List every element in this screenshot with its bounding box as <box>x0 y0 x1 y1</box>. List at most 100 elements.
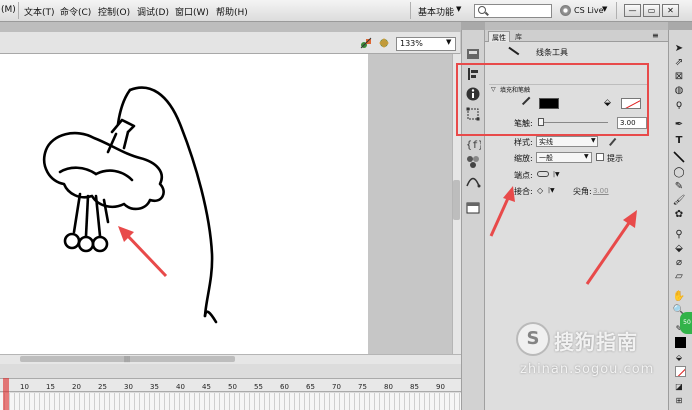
timeline-frames[interactable] <box>0 393 461 410</box>
restore-button[interactable]: ▭ <box>643 4 660 17</box>
stage-canvas[interactable] <box>0 54 368 354</box>
menu-debug[interactable]: 调试(D) <box>137 5 169 18</box>
chevron-down-icon[interactable]: |▼ <box>553 171 560 178</box>
stamen-head <box>91 235 109 253</box>
timeline-tick: 60 <box>280 383 289 391</box>
free-transform-tool-icon[interactable]: ⊠ <box>672 70 686 84</box>
swap-colors-icon[interactable]: ◪ <box>672 380 686 394</box>
hint-label: 提示 <box>607 154 623 163</box>
minimize-button[interactable]: — <box>624 4 641 17</box>
timeline-tick: 15 <box>46 383 55 391</box>
chevron-down-icon[interactable]: ▼ <box>602 5 607 13</box>
hand-tool-icon[interactable]: ✋ <box>672 290 686 304</box>
close-button[interactable]: ✕ <box>662 4 679 17</box>
document-tab-strip <box>0 22 461 32</box>
stamen-head <box>77 235 95 253</box>
toolbox-stroke-color[interactable] <box>675 337 686 348</box>
menu-help[interactable]: 帮助(H) <box>216 5 248 18</box>
chevron-down-icon[interactable]: ▼ <box>446 38 451 46</box>
brush-tool-icon[interactable]: 🖌 <box>672 194 686 208</box>
pen-tool-icon[interactable]: ✒ <box>672 118 686 132</box>
timeline-tick: 65 <box>306 383 315 391</box>
3d-rotation-tool-icon[interactable]: ◍ <box>672 84 686 98</box>
timeline-tick: 35 <box>150 383 159 391</box>
highlight-box-fill-stroke <box>456 63 649 136</box>
text-tool-icon[interactable]: T <box>672 134 686 148</box>
menu-window[interactable]: 窗口(W) <box>175 5 209 18</box>
annotation-arrows <box>489 186 637 285</box>
fill-color-bucket-icon: ⬙ <box>675 353 683 362</box>
cs-live-icon[interactable] <box>560 5 571 16</box>
timeline-tick: 30 <box>124 383 133 391</box>
timeline-tick: 10 <box>20 383 29 391</box>
toolbox-fill-color[interactable] <box>675 366 686 377</box>
deco-tool-icon[interactable]: ✿ <box>672 208 686 222</box>
timeline-tick: 25 <box>98 383 107 391</box>
eyedropper-tool-icon[interactable]: ⌀ <box>672 256 686 270</box>
paint-bucket-tool-icon[interactable]: ⬙ <box>672 242 686 256</box>
cs-live-label[interactable]: CS Live <box>574 6 604 15</box>
stem-end <box>203 310 218 324</box>
menu-text[interactable]: 文本(T) <box>24 5 55 18</box>
lasso-tool-icon[interactable]: ϙ <box>672 98 686 112</box>
motion-presets-icon[interactable] <box>465 174 481 190</box>
components-icon[interactable] <box>465 154 481 170</box>
menu-separator <box>616 2 617 19</box>
timeline-tick: 50 <box>228 383 237 391</box>
timeline-tick: 85 <box>410 383 419 391</box>
menu-separator <box>18 2 19 19</box>
green-badge-icon[interactable]: 50 <box>680 312 692 334</box>
edit-symbols-icon[interactable] <box>360 37 372 49</box>
bud-line <box>116 88 132 126</box>
panel-menu-icon[interactable]: ≡ <box>652 31 659 40</box>
timeline-tick: 70 <box>332 383 341 391</box>
snap-icon[interactable]: ⊞ <box>672 394 686 408</box>
timeline-tick: 20 <box>72 383 81 391</box>
search-icon <box>478 6 486 14</box>
edit-scene-icon[interactable] <box>378 37 390 49</box>
tool-name: 线条工具 <box>536 48 568 57</box>
timeline-tick: 75 <box>358 383 367 391</box>
tab-properties[interactable]: 属性 <box>488 31 510 42</box>
chevron-down-icon[interactable]: ▼ <box>591 137 596 144</box>
edit-bar <box>0 32 460 54</box>
eraser-tool-icon[interactable]: ▱ <box>672 270 686 284</box>
chevron-down-icon[interactable]: ▼ <box>456 5 461 13</box>
watermark-url: zhinan.sogou.com <box>520 362 655 377</box>
vertical-scroll-thumb[interactable] <box>453 180 460 220</box>
pencil-tool-icon[interactable]: ✎ <box>672 180 686 194</box>
playhead[interactable] <box>3 378 9 410</box>
chevron-down-icon[interactable]: ▼ <box>584 153 589 160</box>
style-select[interactable]: 实线 <box>536 136 598 147</box>
bone-tool-icon[interactable]: ⚲ <box>672 228 686 242</box>
panel-header <box>485 22 668 30</box>
scroll-grip-icon: ||| <box>124 356 131 363</box>
subselection-tool-icon[interactable]: ⇗ <box>672 56 686 70</box>
align-panel-icon[interactable] <box>465 46 481 62</box>
timeline-tick: 45 <box>202 383 211 391</box>
stamen-head <box>63 232 81 250</box>
timeline-tick: 90 <box>436 383 445 391</box>
dock-header <box>461 22 485 30</box>
stem-curve <box>128 86 214 318</box>
timeline-tick: 80 <box>384 383 393 391</box>
menu-control[interactable]: 控制(O) <box>98 5 130 18</box>
cap-style-icon[interactable] <box>537 171 549 177</box>
menu-commands[interactable]: 命令(C) <box>60 5 91 18</box>
watermark-text: 搜狗指南 <box>554 330 638 354</box>
library-panel-icon[interactable] <box>465 200 481 216</box>
menu-modify[interactable]: (M) <box>1 5 16 15</box>
line-tool-icon[interactable] <box>672 150 686 164</box>
menu-separator <box>410 2 411 19</box>
svg-text:{f}: {f} <box>466 140 481 151</box>
selection-tool-icon[interactable]: ➤ <box>672 42 686 56</box>
bud-tip <box>110 118 136 134</box>
workspace-switcher[interactable]: 基本功能 <box>418 5 454 18</box>
sogou-logo: S <box>516 322 550 356</box>
scale-label: 缩放: <box>514 154 533 163</box>
annotation-arrow <box>118 226 168 278</box>
code-snippets-icon[interactable]: {f} <box>465 136 481 152</box>
oval-tool-icon[interactable]: ◯ <box>672 166 686 180</box>
hint-checkbox[interactable] <box>596 153 604 161</box>
tab-library[interactable]: 库 <box>512 31 525 42</box>
